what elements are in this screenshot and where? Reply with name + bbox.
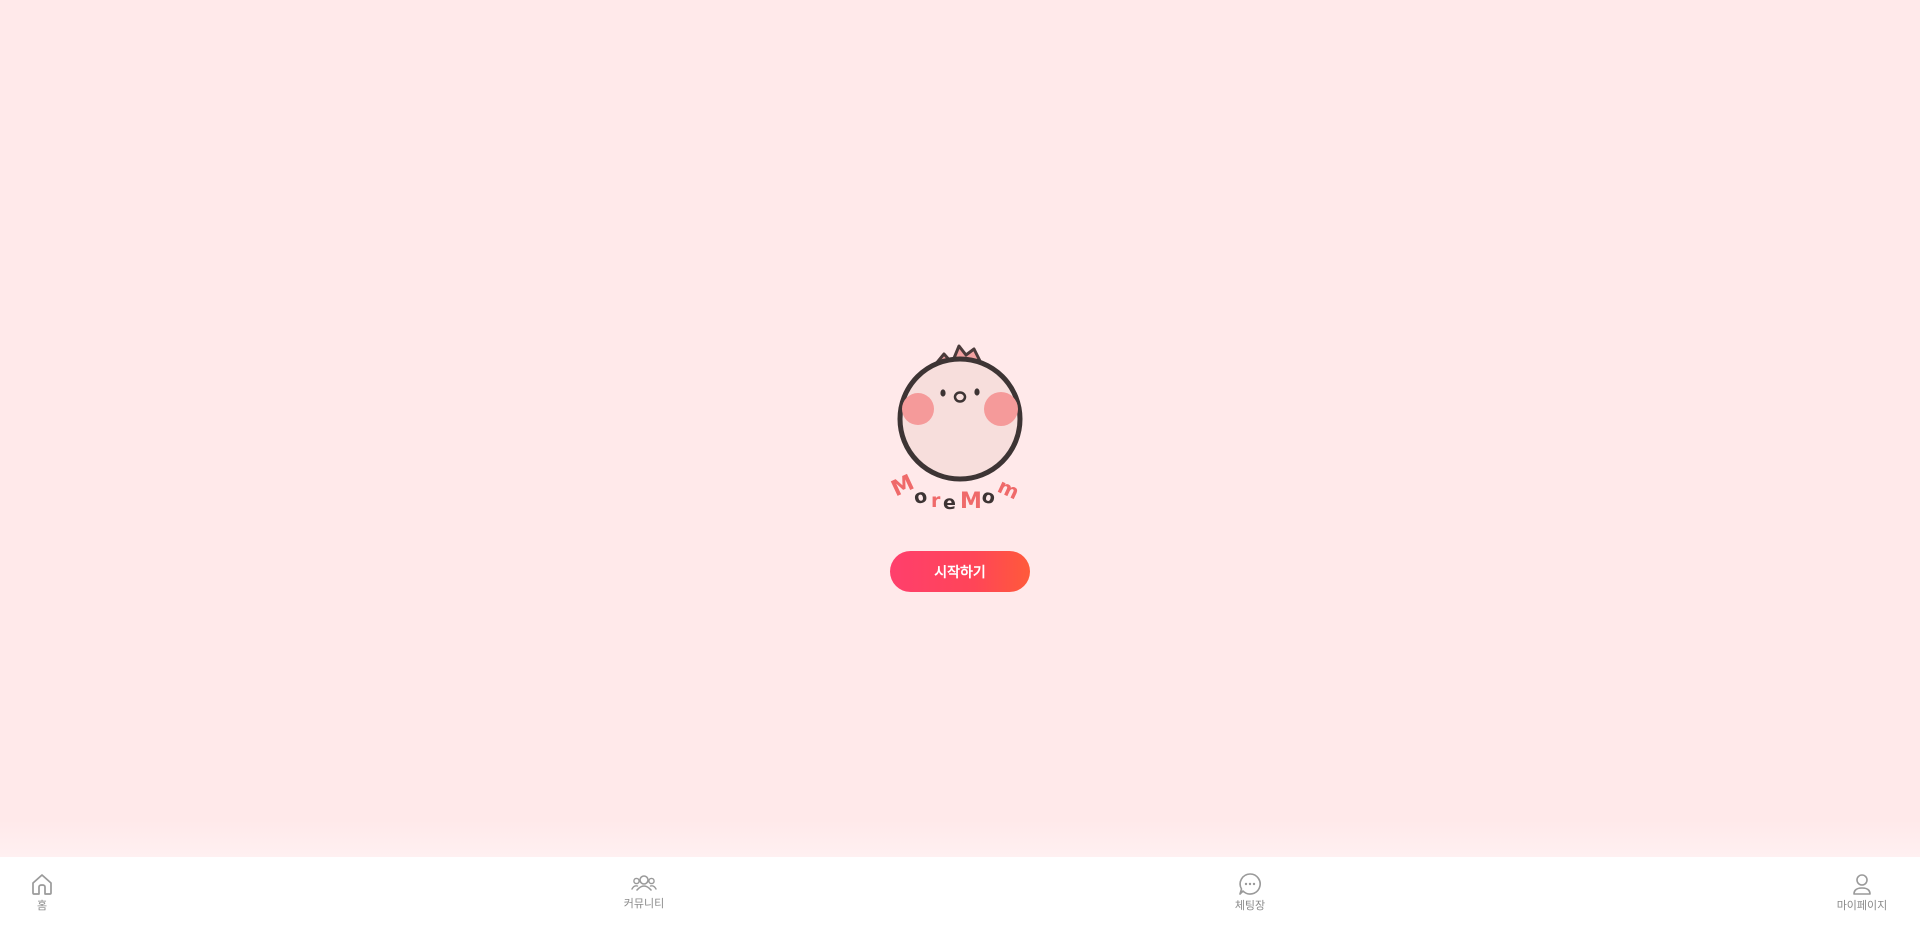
start-button[interactable]: 시작하기 xyxy=(890,551,1030,592)
user-icon xyxy=(1853,874,1871,895)
people-icon xyxy=(631,875,657,891)
nav-item-community[interactable]: 커뮤니티 xyxy=(610,871,678,911)
nav-shadow xyxy=(0,820,1920,857)
svg-text:M: M xyxy=(960,489,982,513)
nav-item-label: 홈 xyxy=(36,899,48,912)
nav-item-label: 커뮤니티 xyxy=(623,897,665,910)
svg-text:m: m xyxy=(994,474,1023,505)
svg-text:o: o xyxy=(912,485,929,509)
nav-item-chat[interactable]: 체팅장 xyxy=(1220,871,1280,913)
svg-text:r: r xyxy=(931,490,941,512)
moremom-logo: M o r e M o m xyxy=(888,344,1023,513)
svg-text:e: e xyxy=(943,492,956,513)
nav-item-mypage[interactable]: 마이페이지 xyxy=(1826,871,1898,913)
nav-item-label: 마이페이지 xyxy=(1836,899,1888,912)
svg-text:o: o xyxy=(980,485,997,509)
bottom-navigation: 홈 커뮤니티 체팅장 마이페이지 xyxy=(0,857,1920,937)
nav-item-label: 체팅장 xyxy=(1234,899,1266,912)
home-icon xyxy=(32,874,52,895)
chat-bubble-icon xyxy=(1239,873,1261,895)
nav-item-home[interactable]: 홈 xyxy=(26,871,58,913)
